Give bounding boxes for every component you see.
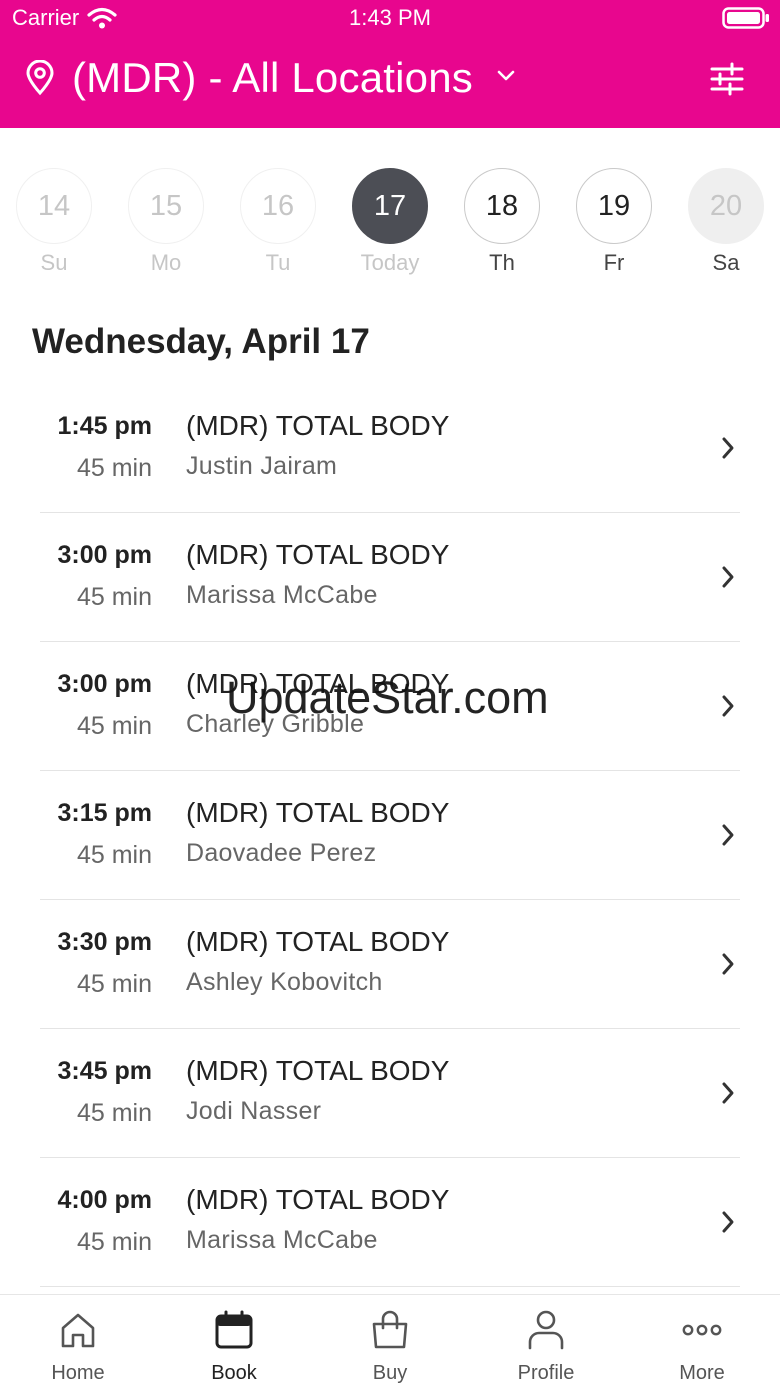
tab-label: Profile xyxy=(517,1362,575,1384)
date-tuesday: 16 Tu xyxy=(228,168,328,276)
class-duration: 45 min xyxy=(76,454,152,482)
class-name: (MDR) TOTAL BODY xyxy=(186,1055,450,1086)
class-duration: 45 min xyxy=(76,841,152,869)
date-circle: 15 xyxy=(128,168,204,244)
class-time: 3:00 pm xyxy=(57,670,152,698)
chevron-right-icon xyxy=(722,953,734,975)
class-instructor: Justin Jairam xyxy=(186,452,338,480)
class-schedule-list: 1:45 pm 45 min (MDR) TOTAL BODY Justin J… xyxy=(0,384,780,1287)
class-instructor: Ashley Kobovitch xyxy=(186,968,383,996)
class-time: 3:45 pm xyxy=(57,1057,152,1085)
tab-more[interactable]: More xyxy=(624,1295,780,1387)
class-instructor: Marissa McCabe xyxy=(186,581,378,609)
weekday-label: Su xyxy=(40,250,68,275)
class-time: 3:30 pm xyxy=(57,928,152,956)
battery-icon xyxy=(722,7,769,29)
tab-profile[interactable]: Profile xyxy=(468,1295,624,1387)
class-duration: 45 min xyxy=(76,712,152,740)
date-circle-selected[interactable]: 17 xyxy=(352,168,428,244)
class-time: 3:15 pm xyxy=(57,799,152,827)
tab-label: More xyxy=(679,1362,725,1384)
class-row[interactable]: 3:00 pm 45 min (MDR) TOTAL BODY Marissa … xyxy=(0,513,780,642)
status-time: 1:43 PM xyxy=(349,5,431,30)
chevron-down-icon[interactable] xyxy=(495,68,517,84)
class-duration: 45 min xyxy=(76,1228,152,1256)
class-time: 4:00 pm xyxy=(57,1186,152,1214)
filter-icon[interactable] xyxy=(708,62,746,96)
tab-label: Home xyxy=(51,1362,105,1384)
date-monday: 15 Mo xyxy=(116,168,216,276)
week-date-picker: 14 Su 15 Mo 16 Tu 17 Today 18 Th 19 Fr 2… xyxy=(0,168,780,280)
class-duration: 45 min xyxy=(76,1099,152,1127)
date-circle: 16 xyxy=(240,168,316,244)
calendar-icon xyxy=(215,1310,253,1349)
status-bar: Carrier 1:43 PM xyxy=(0,0,780,36)
weekday-label: Mo xyxy=(150,250,182,275)
tab-book[interactable]: Book xyxy=(156,1295,312,1387)
class-duration: 45 min xyxy=(76,970,152,998)
chevron-right-icon xyxy=(722,566,734,588)
class-row[interactable]: 3:15 pm 45 min (MDR) TOTAL BODY Daovadee… xyxy=(0,771,780,900)
location-pin-icon xyxy=(26,60,54,96)
class-row[interactable]: 3:45 pm 45 min (MDR) TOTAL BODY Jodi Nas… xyxy=(0,1029,780,1158)
class-row[interactable]: 4:00 pm 45 min (MDR) TOTAL BODY Marissa … xyxy=(0,1158,780,1287)
tab-home[interactable]: Home xyxy=(0,1295,156,1387)
class-duration: 45 min xyxy=(76,583,152,611)
watermark-text: UpdateStar.com xyxy=(226,672,549,723)
chevron-right-icon xyxy=(722,1082,734,1104)
date-circle: 14 xyxy=(16,168,92,244)
class-instructor: Daovadee Perez xyxy=(186,839,377,867)
class-name: (MDR) TOTAL BODY xyxy=(186,1184,450,1215)
date-friday[interactable]: 19 Fr xyxy=(564,168,664,276)
class-row[interactable]: 1:45 pm 45 min (MDR) TOTAL BODY Justin J… xyxy=(0,384,780,513)
selected-date-heading: Wednesday, April 17 xyxy=(32,322,370,361)
location-title[interactable]: (MDR) - All Locations xyxy=(72,54,473,102)
tab-label: Buy xyxy=(372,1362,408,1384)
class-name: (MDR) TOTAL BODY xyxy=(186,926,450,957)
bottom-tab-bar: Home Book Buy Profile More xyxy=(0,1294,780,1387)
class-instructor: Jodi Nasser xyxy=(186,1097,322,1125)
weekday-label: Tu xyxy=(265,250,291,275)
more-dots-icon xyxy=(682,1324,722,1336)
weekday-label: Fr xyxy=(603,250,625,275)
date-circle[interactable]: 19 xyxy=(576,168,652,244)
class-name: (MDR) TOTAL BODY xyxy=(186,797,450,828)
shopping-bag-icon xyxy=(372,1310,408,1349)
weekday-label: Today xyxy=(360,250,420,275)
tab-label: Book xyxy=(211,1362,257,1384)
class-instructor: Marissa McCabe xyxy=(186,1226,378,1254)
date-circle-disabled: 20 xyxy=(688,168,764,244)
chevron-right-icon xyxy=(722,1211,734,1233)
app-header: Carrier 1:43 PM (MDR) - All Locations xyxy=(0,0,780,128)
class-time: 1:45 pm xyxy=(57,412,152,440)
location-selector[interactable]: (MDR) - All Locations xyxy=(0,50,780,110)
date-saturday: 20 Sa xyxy=(676,168,776,276)
date-today[interactable]: 17 Today xyxy=(340,168,440,276)
home-icon xyxy=(61,1313,95,1348)
chevron-right-icon xyxy=(722,437,734,459)
chevron-right-icon xyxy=(722,695,734,717)
person-icon xyxy=(528,1310,564,1350)
class-row[interactable]: 3:30 pm 45 min (MDR) TOTAL BODY Ashley K… xyxy=(0,900,780,1029)
weekday-label: Sa xyxy=(712,250,740,275)
class-name: (MDR) TOTAL BODY xyxy=(186,539,450,570)
class-time: 3:00 pm xyxy=(57,541,152,569)
date-circle[interactable]: 18 xyxy=(464,168,540,244)
chevron-right-icon xyxy=(722,824,734,846)
date-thursday[interactable]: 18 Th xyxy=(452,168,552,276)
tab-buy[interactable]: Buy xyxy=(312,1295,468,1387)
class-name: (MDR) TOTAL BODY xyxy=(186,410,450,441)
weekday-label: Th xyxy=(489,250,515,275)
date-sunday: 14 Su xyxy=(4,168,104,276)
